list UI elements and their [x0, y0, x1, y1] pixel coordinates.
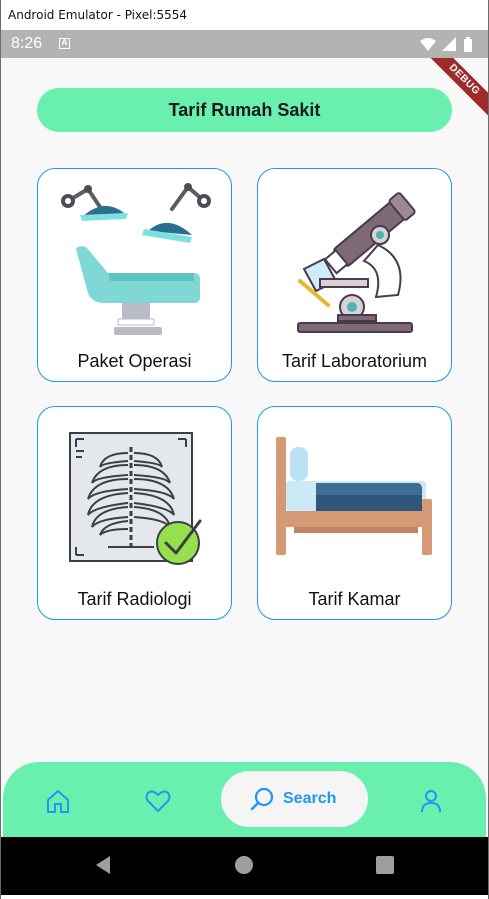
menu-card-label: Paket Operasi: [77, 351, 192, 371]
menu-card-label: Tarif Radiologi: [77, 589, 192, 609]
menu-card-tarif-laboratorium[interactable]: Tarif Laboratorium: [257, 168, 452, 382]
system-nav-bar: [1, 837, 488, 895]
menu-card-tarif-kamar[interactable]: Tarif Kamar: [257, 406, 452, 620]
status-bar: 8:26 A: [1, 30, 488, 58]
menu-card-label: Tarif Kamar: [308, 589, 401, 609]
menu-card-paket-operasi[interactable]: Paket Operasi: [37, 168, 232, 382]
surgery-room-icon: [61, 183, 211, 335]
back-icon[interactable]: [93, 855, 113, 880]
signal-icon: [442, 37, 456, 51]
status-icons: [418, 36, 478, 57]
search-icon: [250, 787, 274, 811]
recents-icon[interactable]: [375, 855, 395, 880]
menu-card-label: Tarif Laboratorium: [281, 351, 428, 371]
battery-icon: [464, 37, 472, 52]
status-time: 8:26: [11, 35, 43, 52]
home-icon[interactable]: [43, 786, 73, 816]
window-border: [0, 0, 1, 899]
home-circle-icon[interactable]: [234, 855, 254, 880]
person-icon[interactable]: [416, 786, 446, 816]
xray-icon: [69, 432, 202, 565]
bottom-nav: Search: [3, 762, 486, 846]
window-title: Android Emulator - Pixel:5554: [8, 8, 188, 22]
search-tab-label: Search: [283, 790, 337, 807]
heart-icon[interactable]: [143, 786, 173, 816]
a-notification-icon: A: [59, 38, 70, 49]
search-tab-button[interactable]: Search: [221, 771, 368, 827]
menu-card-tarif-radiologi[interactable]: Tarif Radiologi: [37, 406, 232, 620]
page-title: Tarif Rumah Sakit: [37, 88, 452, 132]
bed-icon: [276, 437, 432, 555]
app-surface: DEBUG Tarif Rumah Sakit Paket Operasi Ta…: [1, 58, 488, 838]
window-titlebar: Android Emulator - Pixel:5554: [0, 0, 489, 30]
microscope-icon: [297, 192, 416, 333]
wifi-icon: [420, 38, 436, 51]
